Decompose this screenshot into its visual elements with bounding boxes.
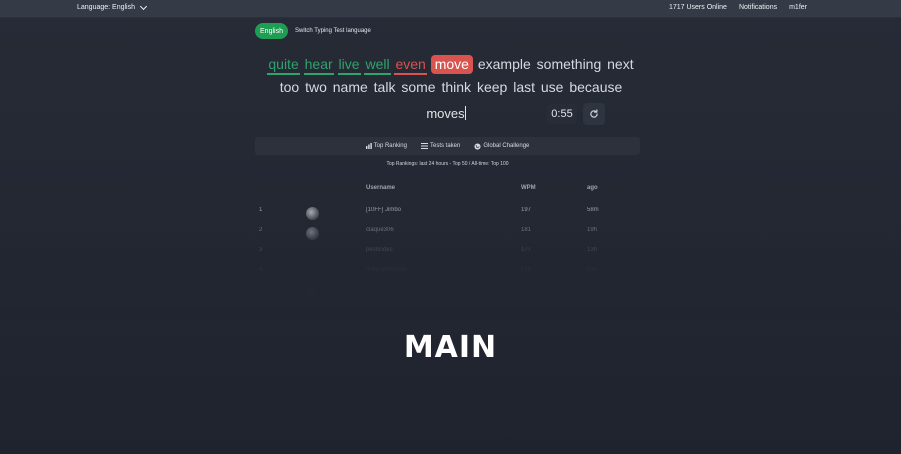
word-pending: because [569,79,623,95]
tab-tests-taken-label: Tests taken [429,143,461,149]
countdown-timer: 0:55 [547,104,577,124]
row-rank: 4 [259,267,263,273]
header-ago: ago [587,185,598,191]
word-display: quite hear live well even move example s… [255,53,647,99]
word-pending: example [477,56,531,72]
tab-global-challenge-label: Global Challenge [483,143,530,149]
row-ago: 19h [587,227,598,233]
row-wpm: 181 [521,227,532,233]
user-menu[interactable]: m1fer [789,4,807,11]
reset-button[interactable] [583,103,605,125]
word-correct: live [337,55,361,75]
word-pending: talk [373,79,396,95]
refresh-icon [590,109,598,118]
word-pending: name [332,79,368,95]
table-row: 3 pesticides 177 13h [255,243,640,263]
word-correct: well [364,55,391,75]
globe-icon [474,142,481,150]
test-language-button[interactable]: English [255,23,288,39]
rankings-subtitle: Top Rankings: last 24 hours - Top 50 / A… [386,161,509,167]
word-pending: some [401,79,436,95]
navbar-right: 1717 Users Online Notifications m1fer [669,4,807,11]
tab-top-ranking[interactable]: Top Ranking [365,143,407,149]
row-wpm: 175 [521,267,532,273]
row-rank: 1 [259,207,263,213]
bar-chart-icon [365,143,372,149]
row-rank: 2 [259,227,263,233]
row-wpm: 170 [521,287,532,293]
users-online-count: 1717 Users Online [668,4,727,11]
table-row: 5 Jimbo 170 5h [255,283,640,297]
row-rank: 5 [259,287,263,293]
row-username[interactable]: [10FF] Jimbo [366,207,401,213]
table-row: 2 claque306 181 19h [255,223,640,243]
tab-top-ranking-label: Top Ranking [373,143,407,149]
word-pending: too [279,79,300,95]
word-current: move [430,55,473,74]
row-wpm: 177 [521,247,532,253]
header-username: Username [366,185,396,191]
header-wpm: WPM [521,185,536,191]
switch-language-label: Switch Typing Test language [295,28,371,34]
main-overlay-label: MAIN [403,330,498,365]
word-pending: last [513,79,535,95]
table-row: 1 [10FF] Jimbo 197 58m [255,203,640,223]
tab-tests-taken[interactable]: Tests taken [420,143,461,149]
list-icon [420,143,428,149]
word-pending: next [607,56,634,72]
word-pending: two [305,79,327,95]
word-pending: think [441,79,472,95]
word-pending: something [536,56,602,72]
typing-input[interactable]: moves [391,104,501,123]
row-wpm: 197 [521,207,532,213]
word-line-2: too two name talk some think keep last u… [255,76,647,99]
text-caret [464,106,466,120]
notifications-link[interactable]: Notifications [739,4,777,11]
word-wrong: even [394,55,427,75]
tab-global-challenge[interactable]: Global Challenge [474,142,530,150]
table-header: Username WPM ago [255,181,640,203]
chevron-down-icon [139,2,148,11]
row-username[interactable]: claque306 [366,227,394,233]
language-dropdown[interactable]: Language: English [77,2,148,11]
row-ago: 5h [587,287,594,293]
table-row: 4 fluffy wolfshoes 175 21h [255,263,640,283]
row-rank: 3 [259,247,263,253]
typing-input-value: moves [426,106,465,121]
row-username[interactable]: Jimbo [366,287,382,293]
top-navbar: Language: English 1717 Users Online Noti… [0,0,901,18]
word-pending: keep [476,79,508,95]
row-ago: 21h [587,267,598,273]
row-ago: 58m [587,207,599,213]
word-line-1: quite hear live well even move example s… [255,53,647,76]
word-correct: quite [267,55,300,75]
rankings-tabs: Top Ranking Tests taken Global Challenge [255,137,640,155]
row-ago: 13h [587,247,598,253]
rankings-panel: Top Ranking Tests taken Global Challenge… [255,137,640,297]
word-pending: use [540,79,564,95]
word-correct: hear [303,55,334,75]
rankings-table: Username WPM ago 1 [10FF] Jimbo 197 58m … [255,181,640,297]
language-label: Language: English [77,4,135,11]
row-username[interactable]: fluffy wolfshoes [366,267,407,273]
row-username[interactable]: pesticides [366,247,393,253]
